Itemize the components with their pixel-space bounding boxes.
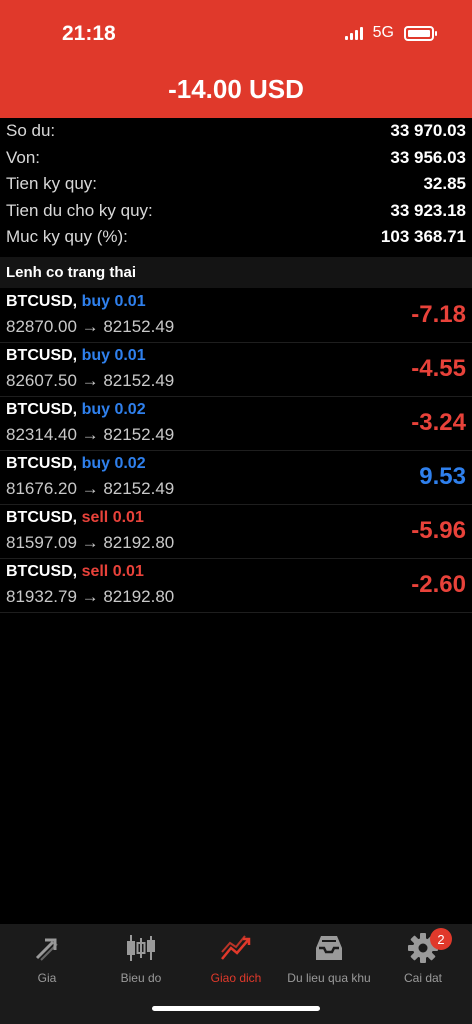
position-side: buy 0.02 (81, 401, 146, 418)
position-side: sell 0.01 (81, 563, 144, 580)
position-symbol: BTCUSD, (6, 401, 78, 418)
position-prices: 81597.09 → 82192.80 (6, 533, 175, 552)
summary-value: 32.85 (423, 174, 466, 194)
position-prices: 82607.50 → 82152.49 (6, 371, 175, 390)
summary-label: Tien du cho ky quy: (6, 200, 153, 220)
summary-row-balance: So du: 33 970.03 (0, 118, 472, 145)
position-profit: -3.24 (411, 409, 466, 436)
tab-label: Bieu do (120, 971, 162, 985)
position-profit: 9.53 (419, 463, 466, 490)
history-inbox-icon (282, 932, 376, 964)
open-positions-header: Lenh co trang thai (0, 257, 472, 288)
summary-value: 33 970.03 (390, 121, 466, 141)
network-type: 5G (372, 24, 394, 41)
summary-label: Muc ky quy (%): (6, 227, 128, 247)
position-profit: -7.18 (411, 301, 466, 328)
status-icons: 5G (344, 24, 437, 42)
tab-chart[interactable]: Bieu do (94, 932, 188, 985)
summary-row-equity: Von: 33 956.03 (0, 145, 472, 172)
position-side: buy 0.01 (81, 293, 146, 310)
position-symbol: BTCUSD, (6, 347, 78, 364)
total-profit-title: -14.00 USD (168, 74, 304, 104)
tab-history[interactable]: Du lieu qua khu (282, 932, 376, 985)
position-row[interactable]: BTCUSD, sell 0.01 81597.09 → 82192.80 -5… (0, 505, 472, 559)
summary-row-free-margin: Tien du cho ky quy: 33 923.18 (0, 198, 472, 225)
position-prices: 82870.00 → 82152.49 (6, 317, 175, 336)
position-symbol: BTCUSD, (6, 563, 78, 580)
summary-label: So du: (6, 121, 56, 141)
tab-label: Gia (37, 971, 57, 985)
home-indicator (152, 1006, 320, 1011)
status-time: 21:18 (62, 22, 116, 45)
position-side: sell 0.01 (81, 509, 144, 526)
summary-value: 33 956.03 (390, 147, 466, 167)
tab-quotes[interactable]: Gia (0, 932, 94, 985)
position-row[interactable]: BTCUSD, buy 0.02 81676.20 → 82152.49 9.5… (0, 451, 472, 505)
summary-label: Tien ky quy: (6, 174, 98, 194)
quotes-arrows-icon (0, 932, 94, 964)
cellular-signal-icon (344, 26, 363, 40)
positions-list: BTCUSD, buy 0.01 82870.00 → 82152.49 -7.… (0, 289, 472, 613)
position-prices: 81676.20 → 82152.49 (6, 479, 175, 498)
position-symbol: BTCUSD, (6, 509, 78, 526)
settings-gear-icon: 2 (376, 928, 470, 964)
position-symbol: BTCUSD, (6, 293, 78, 310)
position-symbol: BTCUSD, (6, 455, 78, 472)
position-profit: -2.60 (411, 571, 466, 598)
position-side: buy 0.01 (81, 347, 146, 364)
position-row[interactable]: BTCUSD, sell 0.01 81932.79 → 82192.80 -2… (0, 559, 472, 613)
tab-label: Giao dich (210, 971, 262, 985)
summary-row-margin-level: Muc ky quy (%): 103 368.71 (0, 224, 472, 251)
position-row[interactable]: BTCUSD, buy 0.02 82314.40 → 82152.49 -3.… (0, 397, 472, 451)
top-bar: 21:18 5G -14.00 USD (0, 0, 472, 118)
position-prices: 82314.40 → 82152.49 (6, 425, 175, 444)
tab-label: Du lieu qua khu (287, 971, 371, 985)
summary-label: Von: (6, 147, 41, 167)
tab-settings[interactable]: 2 Cai dat (376, 928, 470, 985)
position-prices: 81932.79 → 82192.80 (6, 587, 175, 606)
candlestick-chart-icon (94, 932, 188, 964)
summary-value: 103 368.71 (380, 227, 466, 247)
position-side: buy 0.02 (81, 455, 146, 472)
position-row[interactable]: BTCUSD, buy 0.01 82607.50 → 82152.49 -4.… (0, 343, 472, 397)
position-profit: -4.55 (411, 355, 466, 382)
position-profit: -5.96 (411, 517, 466, 544)
battery-icon (404, 25, 437, 41)
summary-value: 33 923.18 (390, 200, 466, 220)
tab-label: Cai dat (403, 971, 443, 985)
position-row[interactable]: BTCUSD, buy 0.01 82870.00 → 82152.49 -7.… (0, 289, 472, 343)
notification-badge: 2 (430, 928, 452, 950)
trade-chart-icon (189, 932, 283, 964)
tab-trade[interactable]: Giao dich (189, 932, 283, 985)
account-summary: So du: 33 970.03 Von: 33 956.03 Tien ky … (0, 118, 472, 251)
summary-row-margin: Tien ky quy: 32.85 (0, 171, 472, 198)
